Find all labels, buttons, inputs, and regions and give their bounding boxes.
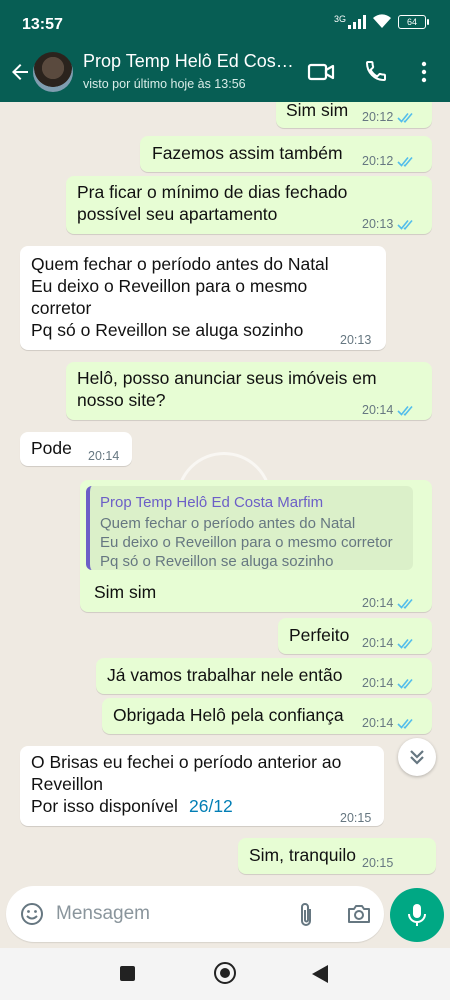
- quoted-author: Prop Temp Helô Ed Costa Marfim: [100, 494, 324, 511]
- recent-apps-button[interactable]: [120, 966, 135, 981]
- phone-icon[interactable]: [364, 59, 388, 83]
- message-time: 20:13: [340, 333, 372, 347]
- double-chevron-down-icon: [410, 750, 424, 765]
- mic-button[interactable]: [390, 888, 444, 942]
- scroll-to-bottom-button[interactable]: [398, 738, 436, 776]
- quoted-text: Eu deixo o Reveillon para o mesmo corret…: [100, 534, 393, 551]
- emoji-icon[interactable]: [20, 902, 44, 926]
- message-outgoing[interactable]: Helô, posso anunciar seus imóveis em nos…: [66, 362, 432, 420]
- message-incoming[interactable]: Quem fechar o período antes do Natal Eu …: [20, 246, 386, 350]
- message-meta: 20:14: [362, 593, 416, 615]
- message-text: Sim sim: [286, 102, 349, 120]
- message-time: 20:14: [362, 636, 394, 650]
- message-time: 20:15: [362, 856, 394, 870]
- message-meta: 20:14: [362, 400, 416, 422]
- message-text: Obrigada Helô pela confiança: [113, 705, 344, 725]
- message-incoming[interactable]: Pode 20:14: [20, 432, 132, 466]
- signal-icon: [348, 14, 366, 29]
- quoted-text: Quem fechar o período antes do Natal: [100, 515, 356, 532]
- double-check-icon: [397, 157, 413, 168]
- message-time: 20:14: [362, 716, 394, 730]
- message-text: Pq só o Reveillon se aluga sozinho: [31, 320, 304, 340]
- message-time: 20:12: [362, 154, 394, 168]
- chat-area: Sim sim 20:12 Fazemos assim também 20:12…: [0, 102, 450, 878]
- message-text: Reveillon: [31, 774, 103, 794]
- message-meta: 20:14: [362, 633, 416, 655]
- double-check-icon: [397, 220, 413, 231]
- message-meta: 20:12: [362, 151, 416, 173]
- message-meta: 20:14: [88, 446, 119, 468]
- status-icons: 3G 64: [333, 13, 429, 29]
- status-bar: 13:57 3G 64: [0, 0, 450, 46]
- avatar[interactable]: [33, 52, 73, 92]
- message-outgoing[interactable]: Pra ficar o mínimo de dias fechado possí…: [66, 176, 432, 234]
- message-outgoing[interactable]: Perfeito 20:14: [278, 618, 432, 654]
- message-time: 20:12: [362, 110, 394, 124]
- quoted-text: Pq só o Reveillon se aluga sozinho: [100, 553, 334, 570]
- message-text: O Brisas eu fechei o período anterior ao: [31, 752, 342, 772]
- message-meta: 20:12: [362, 107, 416, 129]
- status-time: 13:57: [22, 16, 63, 33]
- message-composer: [6, 886, 384, 942]
- double-check-icon: [397, 719, 413, 730]
- message-time: 20:14: [362, 596, 394, 610]
- message-meta: 20:13: [340, 330, 371, 352]
- message-outgoing[interactable]: Sim sim 20:12: [276, 102, 432, 128]
- message-text: Pra ficar o mínimo de dias fechado: [77, 182, 348, 202]
- system-nav-bar: [0, 948, 450, 1000]
- message-time: 20:14: [362, 676, 394, 690]
- message-outgoing[interactable]: Obrigada Helô pela confiança 20:14: [102, 698, 432, 734]
- system-back-button[interactable]: [312, 965, 328, 983]
- message-text: Perfeito: [289, 625, 350, 645]
- message-text: nosso site?: [77, 390, 166, 410]
- message-meta: 20:15: [340, 808, 371, 830]
- battery-icon: 64: [398, 14, 429, 29]
- contact-name[interactable]: Prop Temp Helô Ed Costa Marfim: [83, 51, 298, 72]
- message-text: Helô, posso anunciar seus imóveis em: [77, 368, 377, 388]
- message-time: 20:14: [362, 403, 394, 417]
- message-text: Eu deixo o Reveillon para o mesmo: [31, 276, 308, 296]
- more-vert-icon[interactable]: [414, 60, 434, 84]
- home-button[interactable]: [214, 962, 236, 984]
- mic-icon: [408, 904, 426, 926]
- message-incoming[interactable]: O Brisas eu fechei o período anterior ao…: [20, 746, 384, 826]
- message-text: possível seu apartamento: [77, 204, 278, 224]
- message-outgoing-reply[interactable]: Prop Temp Helô Ed Costa Marfim Quem fech…: [80, 480, 432, 612]
- message-meta: 20:14: [362, 673, 416, 695]
- camera-icon[interactable]: [346, 902, 372, 926]
- double-check-icon: [397, 639, 413, 650]
- message-meta: 20:13: [362, 214, 416, 236]
- quoted-message[interactable]: Prop Temp Helô Ed Costa Marfim Quem fech…: [86, 486, 413, 570]
- message-outgoing[interactable]: Fazemos assim também 20:12: [140, 136, 432, 172]
- message-time: 20:14: [88, 449, 120, 463]
- last-seen: visto por último hoje às 13:56: [83, 77, 246, 91]
- double-check-icon: [397, 679, 413, 690]
- network-type: 3G: [333, 13, 346, 24]
- message-text: Pode: [31, 438, 72, 458]
- message-text: Sim sim: [94, 582, 157, 602]
- message-outgoing[interactable]: Já vamos trabalhar nele então 20:14: [96, 658, 432, 694]
- message-meta: 20:15: [362, 853, 393, 875]
- double-check-icon: [397, 113, 413, 124]
- message-meta: 20:14: [362, 713, 416, 735]
- double-check-icon: [397, 406, 413, 417]
- message-text: Já vamos trabalhar nele então: [107, 665, 343, 685]
- message-text: corretor: [31, 298, 92, 318]
- video-call-icon[interactable]: [307, 60, 335, 84]
- message-text: Por isso disponível: [31, 796, 178, 816]
- message-text: Quem fechar o período antes do Natal: [31, 254, 329, 274]
- message-input[interactable]: [56, 900, 276, 928]
- message-time: 20:13: [362, 217, 394, 231]
- message-time: 20:15: [340, 811, 372, 825]
- date-link[interactable]: 26/12: [189, 796, 233, 818]
- message-outgoing[interactable]: Sim, tranquilo 20:15: [238, 838, 436, 874]
- wifi-icon: [373, 14, 391, 28]
- double-check-icon: [397, 599, 413, 610]
- message-text: Sim, tranquilo: [249, 845, 356, 865]
- arrow-left-icon[interactable]: [8, 60, 32, 84]
- message-text: Fazemos assim também: [152, 143, 343, 163]
- paperclip-icon[interactable]: [296, 902, 316, 928]
- chat-header: Prop Temp Helô Ed Costa Marfim visto por…: [0, 46, 450, 102]
